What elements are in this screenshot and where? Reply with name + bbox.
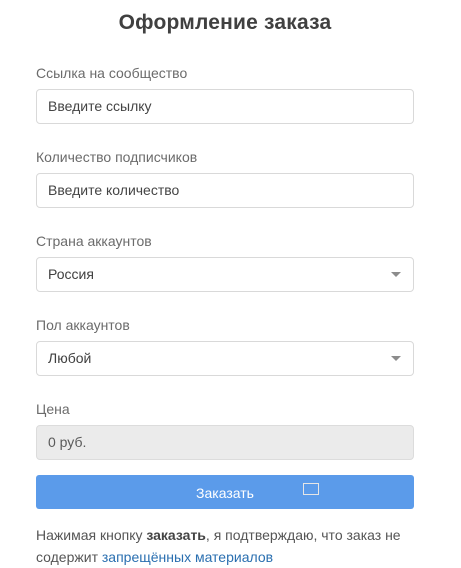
terms-note: Нажимая кнопку заказать, я подтверждаю, … <box>36 524 414 568</box>
prohibited-materials-link[interactable]: запрещённых материалов <box>102 549 273 565</box>
subscribers-input[interactable]: Введите количество <box>36 173 414 208</box>
page-title: Оформление заказа <box>118 11 332 34</box>
price-group: Цена 0 руб. <box>36 400 414 460</box>
community-link-placeholder: Введите ссылку <box>48 98 152 114</box>
price-value: 0 руб. <box>48 434 87 450</box>
community-link-label: Ссылка на сообщество <box>36 65 188 81</box>
order-button[interactable]: Заказать <box>36 475 414 509</box>
watermark-icon <box>303 483 319 495</box>
country-select[interactable]: Россия <box>36 257 414 292</box>
price-label: Цена <box>36 401 70 417</box>
subscribers-label: Количество подписчиков <box>36 149 198 165</box>
subscribers-placeholder: Введите количество <box>48 182 180 198</box>
terms-note-prefix: Нажимая кнопку <box>36 527 147 543</box>
country-group: Страна аккаунтов Россия <box>36 232 414 292</box>
gender-select[interactable]: Любой <box>36 341 414 376</box>
caret-down-icon <box>391 272 401 277</box>
price-field: 0 руб. <box>36 425 414 460</box>
caret-down-icon <box>391 356 401 361</box>
order-form: Оформление заказа Ссылка на сообщество В… <box>36 0 414 568</box>
subscribers-group: Количество подписчиков Введите количеств… <box>36 148 414 208</box>
gender-group: Пол аккаунтов Любой <box>36 316 414 376</box>
terms-note-emphasis: заказать <box>146 527 206 543</box>
gender-label: Пол аккаунтов <box>36 317 130 333</box>
community-link-input[interactable]: Введите ссылку <box>36 89 414 124</box>
community-link-group: Ссылка на сообщество Введите ссылку <box>36 64 414 124</box>
gender-selected-value: Любой <box>48 350 92 366</box>
country-label: Страна аккаунтов <box>36 233 152 249</box>
watermark <box>303 483 322 495</box>
country-selected-value: Россия <box>48 266 94 282</box>
